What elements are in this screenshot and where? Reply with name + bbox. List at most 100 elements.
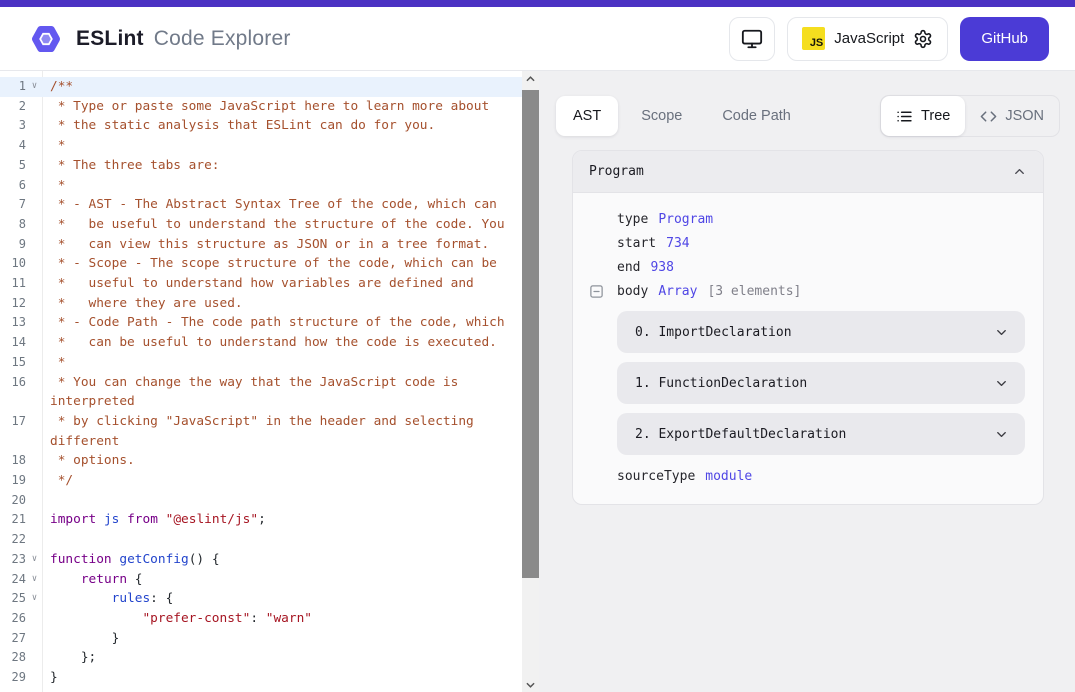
code-line[interactable]: interpreted [0, 392, 522, 412]
code-text: * by clicking "JavaScript" in the header… [43, 412, 474, 432]
property-key: end [617, 260, 640, 275]
code-line[interactable]: 13 * - Code Path - The code path structu… [0, 313, 522, 333]
fold-spacer [26, 176, 43, 196]
editor-scrollbar[interactable] [522, 71, 539, 692]
code-line[interactable]: 20 [0, 491, 522, 511]
language-select-button[interactable]: JS JavaScript [787, 17, 948, 61]
code-line[interactable]: 16 * You can change the way that the Jav… [0, 373, 522, 393]
ast-root-header[interactable]: Program [573, 151, 1043, 193]
line-number [0, 432, 26, 452]
view-json-label: JSON [1005, 108, 1044, 124]
ast-property-row: bodyArray[3 elements] [589, 279, 1025, 303]
theme-toggle-button[interactable] [729, 17, 775, 61]
code-line[interactable]: 5 * The three tabs are: [0, 156, 522, 176]
code-text: different [43, 432, 119, 452]
code-editor[interactable]: 1∨/**2 * Type or paste some JavaScript h… [0, 71, 539, 692]
code-line[interactable]: 6 * [0, 176, 522, 196]
code-text: rules: { [43, 589, 173, 609]
line-number: 27 [0, 629, 26, 649]
code-text: /** [43, 77, 73, 97]
line-number: 6 [0, 176, 26, 196]
tab-code-path[interactable]: Code Path [705, 96, 808, 136]
code-line[interactable]: 17 * by clicking "JavaScript" in the hea… [0, 412, 522, 432]
code-line[interactable]: different [0, 432, 522, 452]
main-content: 1∨/**2 * Type or paste some JavaScript h… [0, 71, 1075, 692]
code-line[interactable]: 19 */ [0, 471, 522, 491]
code-text: return { [43, 570, 142, 590]
code-line[interactable]: 22 [0, 530, 522, 550]
code-line[interactable]: 12 * where they are used. [0, 294, 522, 314]
fold-spacer [26, 510, 43, 530]
property-key: start [617, 236, 656, 251]
chevron-up-icon [1012, 164, 1027, 179]
code-line[interactable]: 11 * useful to understand how variables … [0, 274, 522, 294]
fold-spacer [26, 254, 43, 274]
fold-spacer [26, 471, 43, 491]
fold-toggle-icon[interactable]: ∨ [26, 77, 43, 97]
code-line[interactable]: 21import js from "@eslint/js"; [0, 510, 522, 530]
view-json-button[interactable]: JSON [965, 96, 1059, 136]
ast-property-row: sourceTypemodule [589, 464, 1025, 488]
collapse-toggle-icon[interactable] [589, 284, 604, 299]
code-line[interactable]: 9 * can view this structure as JSON or i… [0, 235, 522, 255]
code-line[interactable]: 23∨function getConfig() { [0, 550, 522, 570]
scrollbar-up-icon[interactable] [522, 71, 539, 86]
fold-spacer [26, 432, 43, 452]
code-line[interactable]: 27 } [0, 629, 522, 649]
ast-child-label: 0. ImportDeclaration [635, 325, 792, 340]
scrollbar-down-icon[interactable] [522, 677, 539, 692]
ast-child-node[interactable]: 1. FunctionDeclaration [617, 362, 1025, 404]
fold-toggle-icon[interactable]: ∨ [26, 550, 43, 570]
code-line[interactable]: 15 * [0, 353, 522, 373]
view-mode-toggle: Tree JSON [880, 95, 1060, 137]
fold-spacer [26, 156, 43, 176]
fold-spacer [26, 353, 43, 373]
code-text: } [43, 668, 58, 688]
app-header: ESLint Code Explorer JS JavaScript [0, 7, 1075, 71]
code-line[interactable]: 10 * - Scope - The scope structure of th… [0, 254, 522, 274]
fold-toggle-icon[interactable]: ∨ [26, 589, 43, 609]
line-number: 14 [0, 333, 26, 353]
code-text: * - Scope - The scope structure of the c… [43, 254, 497, 274]
fold-spacer [26, 373, 43, 393]
github-button[interactable]: GitHub [960, 17, 1049, 61]
line-number: 7 [0, 195, 26, 215]
code-line[interactable]: 3 * the static analysis that ESLint can … [0, 116, 522, 136]
property-value: 734 [666, 236, 689, 251]
analysis-panel: AST Scope Code Path Tree [539, 71, 1075, 692]
code-line[interactable]: 14 * can be useful to understand how the… [0, 333, 522, 353]
tab-ast[interactable]: AST [556, 96, 618, 136]
line-number: 22 [0, 530, 26, 550]
code-line[interactable]: 8 * be useful to understand the structur… [0, 215, 522, 235]
code-line[interactable]: 25∨ rules: { [0, 589, 522, 609]
line-number: 1 [0, 77, 26, 97]
code-line[interactable]: 4 * [0, 136, 522, 156]
code-line[interactable]: 2 * Type or paste some JavaScript here t… [0, 97, 522, 117]
fold-spacer [26, 629, 43, 649]
javascript-icon: JS [802, 27, 825, 50]
property-suffix: [3 elements] [707, 284, 801, 299]
code-line[interactable]: 24∨ return { [0, 570, 522, 590]
code-line[interactable]: 18 * options. [0, 451, 522, 471]
code-line[interactable]: 7 * - AST - The Abstract Syntax Tree of … [0, 195, 522, 215]
fold-toggle-icon[interactable]: ∨ [26, 570, 43, 590]
code-line[interactable]: 29} [0, 668, 522, 688]
view-tree-button[interactable]: Tree [881, 96, 965, 136]
ast-property-row: end938 [589, 255, 1025, 279]
line-number: 28 [0, 648, 26, 668]
ast-child-label: 2. ExportDefaultDeclaration [635, 427, 846, 442]
scrollbar-thumb[interactable] [522, 90, 539, 578]
fold-spacer [26, 97, 43, 117]
code-text: * Type or paste some JavaScript here to … [43, 97, 489, 117]
code-line[interactable]: 28 }; [0, 648, 522, 668]
code-line[interactable]: 26 "prefer-const": "warn" [0, 609, 522, 629]
code-text: import js from "@eslint/js"; [43, 510, 266, 530]
code-line[interactable]: 1∨/** [0, 77, 522, 97]
line-number: 12 [0, 294, 26, 314]
tab-scope[interactable]: Scope [624, 96, 699, 136]
ast-child-node[interactable]: 0. ImportDeclaration [617, 311, 1025, 353]
fold-spacer [26, 392, 43, 412]
code-text: * options. [43, 451, 135, 471]
ast-child-node[interactable]: 2. ExportDefaultDeclaration [617, 413, 1025, 455]
property-key: body [617, 284, 648, 299]
